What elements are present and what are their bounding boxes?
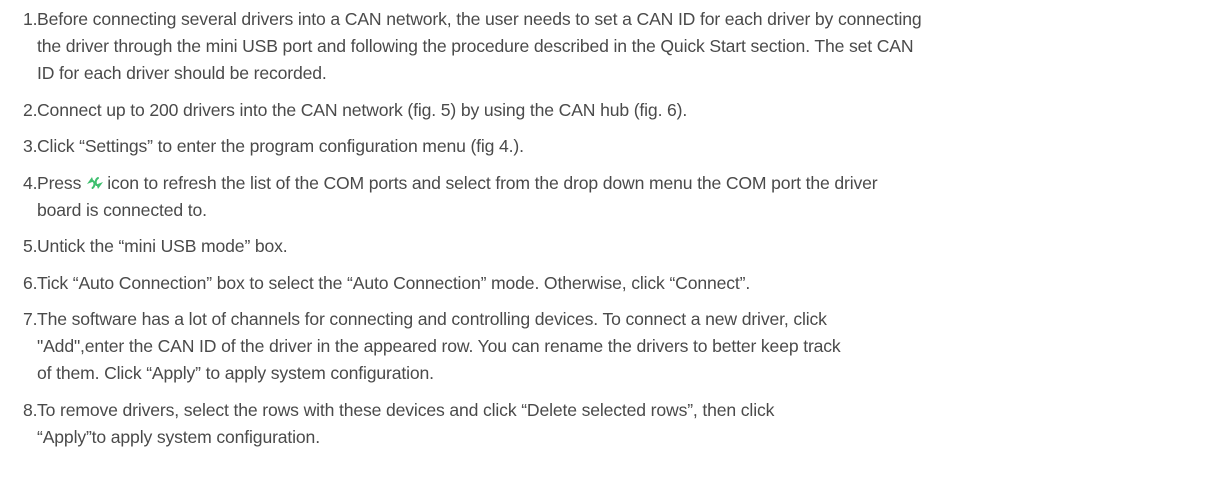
- step-number: 2.: [23, 99, 38, 120]
- step-text-before-icon: Press: [37, 172, 82, 193]
- step-text-line: of them. Click “Apply” to apply system c…: [37, 363, 434, 383]
- step-text-line: Press icon to refresh the list of the CO…: [37, 170, 1223, 197]
- step-number: 7.: [23, 309, 38, 329]
- step-4: 4. Press icon to refresh the list of the…: [23, 170, 1223, 224]
- step-text-line: Before connecting several drivers into a…: [37, 9, 922, 29]
- step-text-line: Click “Settings” to enter the program co…: [37, 136, 524, 156]
- step-text-line: the driver through the mini USB port and…: [37, 36, 914, 56]
- step-text-line: Connect up to 200 drivers into the CAN n…: [37, 99, 688, 120]
- step-text-line: Tick “Auto Connection” box to select the…: [37, 272, 751, 293]
- step-text-line: board is connected to.: [37, 199, 207, 220]
- refresh-icon: [84, 173, 106, 191]
- step-number: 5.: [23, 236, 38, 256]
- step-5: 5. Untick the “mini USB mode” box.: [23, 233, 1223, 260]
- instruction-list: 1. Before connecting several drivers int…: [23, 6, 1223, 460]
- step-3: 3. Click “Settings” to enter the program…: [23, 133, 1223, 160]
- step-number: 8.: [23, 399, 38, 420]
- step-number: 3.: [23, 136, 38, 156]
- step-number: 1.: [23, 9, 38, 29]
- step-text-line: The software has a lot of channels for c…: [37, 309, 827, 329]
- step-text-line: Untick the “mini USB mode” box.: [37, 236, 288, 256]
- step-6: 6. Tick “Auto Connection” box to select …: [23, 270, 1223, 297]
- step-text-after-icon: icon to refresh the list of the COM port…: [107, 172, 878, 193]
- step-2: 2. Connect up to 200 drivers into the CA…: [23, 97, 1223, 124]
- step-text-line: “Apply”to apply system configuration.: [37, 426, 320, 447]
- step-number: 6.: [23, 272, 38, 293]
- step-number: 4.: [23, 172, 38, 193]
- step-text-line: To remove drivers, select the rows with …: [37, 399, 775, 420]
- step-7: 7. The software has a lot of channels fo…: [23, 306, 1223, 387]
- step-1: 1. Before connecting several drivers int…: [23, 6, 1223, 87]
- step-text-line: "Add",enter the CAN ID of the driver in …: [37, 336, 841, 356]
- step-8: 8. To remove drivers, select the rows wi…: [23, 397, 1223, 451]
- step-text-line: ID for each driver should be recorded.: [37, 63, 327, 83]
